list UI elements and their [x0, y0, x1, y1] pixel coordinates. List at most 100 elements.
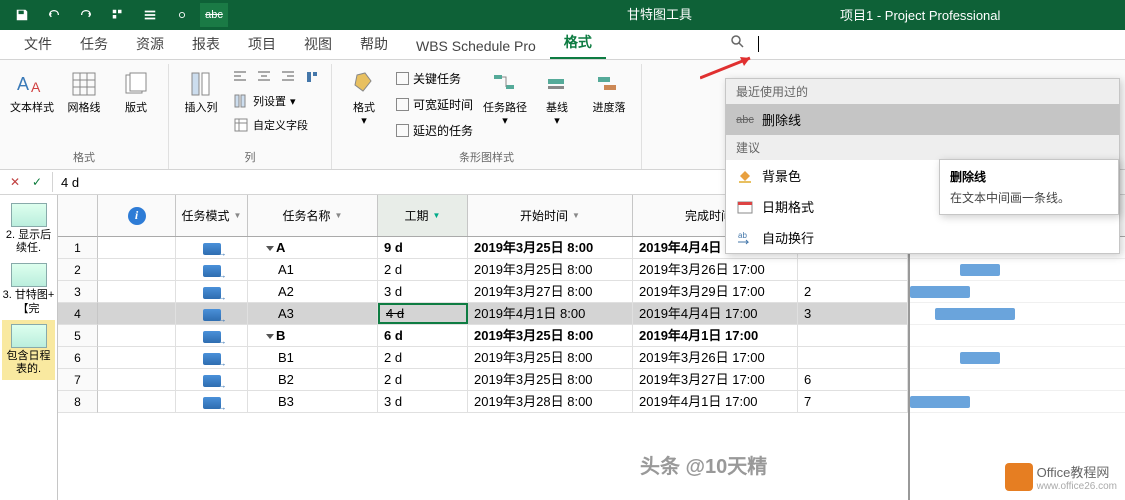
finish-cell[interactable]: 2019年4月1日 17:00	[633, 325, 798, 346]
table-row[interactable]: A2 3 d 2019年3月27日 8:00 2019年3月29日 17:00 …	[98, 281, 908, 303]
finish-cell[interactable]: 2019年3月29日 17:00	[633, 281, 798, 302]
predecessor-cell[interactable]: 7	[798, 391, 908, 412]
align-left-button[interactable]	[229, 66, 251, 88]
duration-cell[interactable]: 2 d	[378, 259, 468, 280]
tab-task[interactable]: 任务	[66, 29, 122, 59]
strikethrough-qat-button[interactable]: abc	[200, 3, 228, 27]
gantt-row[interactable]	[910, 347, 1125, 369]
link-button[interactable]	[168, 3, 196, 27]
name-cell[interactable]: A2	[248, 281, 378, 302]
table-row[interactable]: A3 4 d 2019年4月1日 8:00 2019年4月4日 17:00 3	[98, 303, 908, 325]
mode-cell[interactable]	[176, 369, 248, 390]
info-cell[interactable]	[98, 303, 176, 324]
mode-cell[interactable]	[176, 259, 248, 280]
row-header[interactable]: 3	[58, 281, 98, 303]
finish-cell[interactable]: 2019年3月27日 17:00	[633, 369, 798, 390]
start-cell[interactable]: 2019年3月25日 8:00	[468, 347, 633, 368]
info-cell[interactable]	[98, 325, 176, 346]
info-cell[interactable]	[98, 391, 176, 412]
gantt-bar[interactable]	[910, 396, 970, 408]
row-header[interactable]: 5	[58, 325, 98, 347]
gantt-row[interactable]	[910, 369, 1125, 391]
undo-button[interactable]	[40, 3, 68, 27]
format-dropdown-button[interactable]: 格式▾	[340, 66, 388, 130]
finish-cell[interactable]: 2019年4月1日 17:00	[633, 391, 798, 412]
column-header-mode[interactable]: 任务模式▼	[176, 195, 248, 236]
start-cell[interactable]: 2019年3月27日 8:00	[468, 281, 633, 302]
text-styles-button[interactable]: AA 文本样式	[8, 66, 56, 117]
row-header[interactable]: 2	[58, 259, 98, 281]
mode-cell[interactable]	[176, 391, 248, 412]
duration-cell[interactable]: 2 d	[378, 369, 468, 390]
info-cell[interactable]	[98, 347, 176, 368]
mode-cell[interactable]	[176, 325, 248, 346]
redo-button[interactable]	[72, 3, 100, 27]
tab-report[interactable]: 报表	[178, 29, 234, 59]
name-cell[interactable]: A	[248, 237, 378, 258]
predecessor-cell[interactable]: 2	[798, 281, 908, 302]
view-item-1[interactable]: 2. 显示后续任.	[2, 199, 55, 259]
qat-button-4[interactable]	[104, 3, 132, 27]
predecessor-cell[interactable]: 6	[798, 369, 908, 390]
slack-checkbox[interactable]: 可宽延时间	[392, 92, 477, 116]
start-cell[interactable]: 2019年3月25日 8:00	[468, 237, 633, 258]
gantt-row[interactable]	[910, 325, 1125, 347]
row-header[interactable]: 1	[58, 237, 98, 259]
name-cell[interactable]: B	[248, 325, 378, 346]
cancel-edit-button[interactable]: ✕	[4, 172, 26, 192]
baseline-button[interactable]: 基线▾	[533, 66, 581, 130]
late-tasks-checkbox[interactable]: 延迟的任务	[392, 118, 477, 142]
table-row[interactable]: A1 2 d 2019年3月25日 8:00 2019年3月26日 17:00	[98, 259, 908, 281]
gantt-row[interactable]	[910, 303, 1125, 325]
start-cell[interactable]: 2019年3月25日 8:00	[468, 259, 633, 280]
gantt-bar[interactable]	[960, 352, 1000, 364]
table-row[interactable]: B3 3 d 2019年3月28日 8:00 2019年4月1日 17:00 7	[98, 391, 908, 413]
start-cell[interactable]: 2019年3月28日 8:00	[468, 391, 633, 412]
gantt-bar[interactable]	[910, 286, 970, 298]
wrap-text-button[interactable]	[301, 66, 323, 88]
column-header-start[interactable]: 开始时间▼	[468, 195, 633, 236]
tab-format[interactable]: 格式	[550, 27, 606, 59]
gantt-bar[interactable]	[960, 264, 1000, 276]
info-cell[interactable]	[98, 237, 176, 258]
gantt-row[interactable]	[910, 281, 1125, 303]
dropdown-item-wordwrap[interactable]: ab 自动换行	[726, 222, 1119, 253]
select-all-corner[interactable]	[58, 195, 98, 237]
confirm-edit-button[interactable]: ✓	[26, 172, 48, 192]
column-header-duration[interactable]: 工期▼	[378, 195, 468, 236]
duration-cell[interactable]: 3 d	[378, 391, 468, 412]
tab-wbs[interactable]: WBS Schedule Pro	[402, 33, 550, 59]
duration-cell[interactable]: 3 d	[378, 281, 468, 302]
gantt-row[interactable]	[910, 391, 1125, 413]
row-header[interactable]: 7	[58, 369, 98, 391]
task-path-button[interactable]: 任务路径▾	[481, 66, 529, 130]
gantt-row[interactable]	[910, 259, 1125, 281]
start-cell[interactable]: 2019年3月25日 8:00	[468, 325, 633, 346]
start-cell[interactable]: 2019年4月1日 8:00	[468, 303, 633, 324]
column-header-name[interactable]: 任务名称▼	[248, 195, 378, 236]
name-cell[interactable]: B3	[248, 391, 378, 412]
mode-cell[interactable]	[176, 347, 248, 368]
row-header[interactable]: 6	[58, 347, 98, 369]
tell-me-search[interactable]	[730, 34, 759, 53]
dropdown-item-strikethrough[interactable]: abc 删除线	[726, 104, 1119, 135]
finish-cell[interactable]: 2019年3月26日 17:00	[633, 259, 798, 280]
view-item-2[interactable]: 3. 甘特图+【完	[2, 259, 55, 319]
table-row[interactable]: B2 2 d 2019年3月25日 8:00 2019年3月27日 17:00 …	[98, 369, 908, 391]
critical-tasks-checkbox[interactable]: 关键任务	[392, 66, 477, 90]
align-right-button[interactable]	[277, 66, 299, 88]
start-cell[interactable]: 2019年3月25日 8:00	[468, 369, 633, 390]
mode-cell[interactable]	[176, 303, 248, 324]
view-item-3[interactable]: 包含日程表的.	[2, 320, 55, 380]
slippage-button[interactable]: 进度落	[585, 66, 633, 117]
gridlines-button[interactable]: 网格线	[60, 66, 108, 117]
custom-fields-button[interactable]: 自定义字段	[229, 114, 323, 136]
insert-column-button[interactable]: 插入列	[177, 66, 225, 117]
layout-button[interactable]: 版式	[112, 66, 160, 117]
info-cell[interactable]	[98, 369, 176, 390]
duration-cell[interactable]: 4 d	[378, 303, 468, 324]
duration-cell[interactable]: 2 d	[378, 347, 468, 368]
duration-cell[interactable]: 9 d	[378, 237, 468, 258]
name-cell[interactable]: A1	[248, 259, 378, 280]
predecessor-cell[interactable]	[798, 347, 908, 368]
